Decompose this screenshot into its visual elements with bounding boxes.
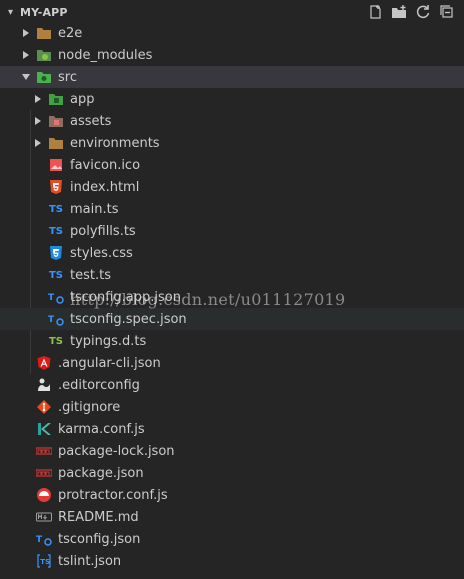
tsconfig-icon: T: [48, 289, 64, 305]
tree-item-label: tsconfig.spec.json: [70, 311, 187, 327]
chevron-down-icon[interactable]: ▾: [8, 7, 20, 18]
tree-item-label: test.ts: [70, 267, 111, 283]
tree-item-label: styles.css: [70, 245, 133, 261]
tree-item-tsconfig-app[interactable]: T tsconfig.app.json: [0, 286, 464, 308]
refresh-icon[interactable]: [414, 3, 432, 21]
npm-icon: [36, 465, 52, 481]
tree-item-tsconfig[interactable]: T tsconfig.json: [0, 528, 464, 550]
typescript-definition-icon: TS: [48, 335, 64, 347]
chevron-right-icon[interactable]: [20, 22, 32, 44]
tree-item-protractor[interactable]: protractor.conf.js: [0, 484, 464, 506]
assets-folder-icon: [48, 113, 64, 129]
svg-text:T: T: [48, 293, 55, 303]
new-file-icon[interactable]: [366, 3, 384, 21]
html5-icon: [48, 179, 64, 195]
chevron-right-icon[interactable]: [32, 110, 44, 132]
tree-item-assets[interactable]: assets: [0, 110, 464, 132]
tree-item-node-modules[interactable]: node_modules: [0, 44, 464, 66]
tree-item-label: README.md: [58, 509, 139, 525]
chevron-right-icon[interactable]: [32, 132, 44, 154]
tree-item-app[interactable]: app: [0, 88, 464, 110]
tree-item-polyfills-ts[interactable]: TS polyfills.ts: [0, 220, 464, 242]
tree-item-label: e2e: [58, 25, 83, 41]
tree-item-tsconfig-spec[interactable]: T tsconfig.spec.json: [0, 308, 464, 330]
node-folder-icon: [36, 47, 52, 63]
tree-item-test-ts[interactable]: TS test.ts: [0, 264, 464, 286]
git-icon: [36, 399, 52, 415]
tree-item-label: karma.conf.js: [58, 421, 145, 437]
tree-item-typings[interactable]: TS typings.d.ts: [0, 330, 464, 352]
image-file-icon: [48, 157, 64, 173]
editorconfig-icon: [36, 377, 52, 393]
tree-item-readme[interactable]: README.md: [0, 506, 464, 528]
tree-item-favicon[interactable]: favicon.ico: [0, 154, 464, 176]
app-folder-icon: [48, 91, 64, 107]
tsconfig-icon: T: [36, 531, 52, 547]
karma-icon: [36, 421, 52, 437]
folder-icon: [48, 135, 64, 151]
tree-item-label: tsconfig.json: [58, 531, 141, 547]
tree-item-label: polyfills.ts: [70, 223, 136, 239]
tsconfig-icon: T: [48, 311, 64, 327]
typescript-icon: TS: [48, 225, 64, 237]
tree-item-label: favicon.ico: [70, 157, 141, 173]
chevron-down-icon[interactable]: [20, 66, 32, 88]
chevron-right-icon[interactable]: [32, 88, 44, 110]
tree-item-environments[interactable]: environments: [0, 132, 464, 154]
chevron-right-icon[interactable]: [20, 44, 32, 66]
svg-text:TS: TS: [40, 558, 50, 566]
tree-item-package[interactable]: package.json: [0, 462, 464, 484]
tree-item-karma[interactable]: karma.conf.js: [0, 418, 464, 440]
tree-item-tslint[interactable]: TS tslint.json: [0, 550, 464, 572]
tree-item-editorconfig[interactable]: .editorconfig: [0, 374, 464, 396]
npm-icon: [36, 443, 52, 459]
src-folder-icon: [36, 69, 52, 85]
tree-item-label: index.html: [70, 179, 140, 195]
tree-item-e2e[interactable]: e2e: [0, 22, 464, 44]
tree-item-label: .angular-cli.json: [58, 355, 161, 371]
tree-item-gitignore[interactable]: .gitignore: [0, 396, 464, 418]
tree-item-label: protractor.conf.js: [58, 487, 168, 503]
tree-item-main-ts[interactable]: TS main.ts: [0, 198, 464, 220]
explorer-title: MY-APP: [20, 5, 68, 19]
collapse-all-icon[interactable]: [438, 3, 456, 21]
tree-item-label: main.ts: [70, 201, 119, 217]
tree-item-label: assets: [70, 113, 112, 129]
tree-item-label: app: [70, 91, 95, 107]
tree-item-label: package-lock.json: [58, 443, 175, 459]
tslint-icon: TS: [36, 553, 52, 569]
explorer-actions: [366, 3, 456, 21]
tree-item-styles-css[interactable]: styles.css: [0, 242, 464, 264]
new-folder-icon[interactable]: [390, 3, 408, 21]
typescript-icon: TS: [48, 203, 64, 215]
angular-icon: [36, 355, 52, 371]
markdown-icon: [36, 509, 52, 525]
folder-icon: [36, 25, 52, 41]
tree-item-src[interactable]: src: [0, 66, 464, 88]
css3-icon: [48, 245, 64, 261]
file-tree: e2e node_modules src app assets environm…: [0, 22, 464, 572]
tree-item-label: tslint.json: [58, 553, 122, 569]
tree-item-label: environments: [70, 135, 160, 151]
tree-item-label: node_modules: [58, 47, 153, 63]
typescript-icon: TS: [48, 269, 64, 281]
tree-item-angular-cli[interactable]: .angular-cli.json: [0, 352, 464, 374]
tree-item-label: .gitignore: [58, 399, 121, 415]
svg-text:T: T: [36, 535, 43, 545]
svg-text:T: T: [48, 315, 55, 325]
tree-item-label: .editorconfig: [58, 377, 140, 393]
protractor-icon: [36, 487, 52, 503]
tree-item-label: typings.d.ts: [70, 333, 147, 349]
tree-item-label: package.json: [58, 465, 144, 481]
tree-item-label: src: [58, 69, 77, 85]
tree-item-index-html[interactable]: index.html: [0, 176, 464, 198]
tree-item-label: tsconfig.app.json: [70, 289, 181, 305]
tree-item-package-lock[interactable]: package-lock.json: [0, 440, 464, 462]
explorer-header[interactable]: ▾ MY-APP: [0, 0, 464, 24]
